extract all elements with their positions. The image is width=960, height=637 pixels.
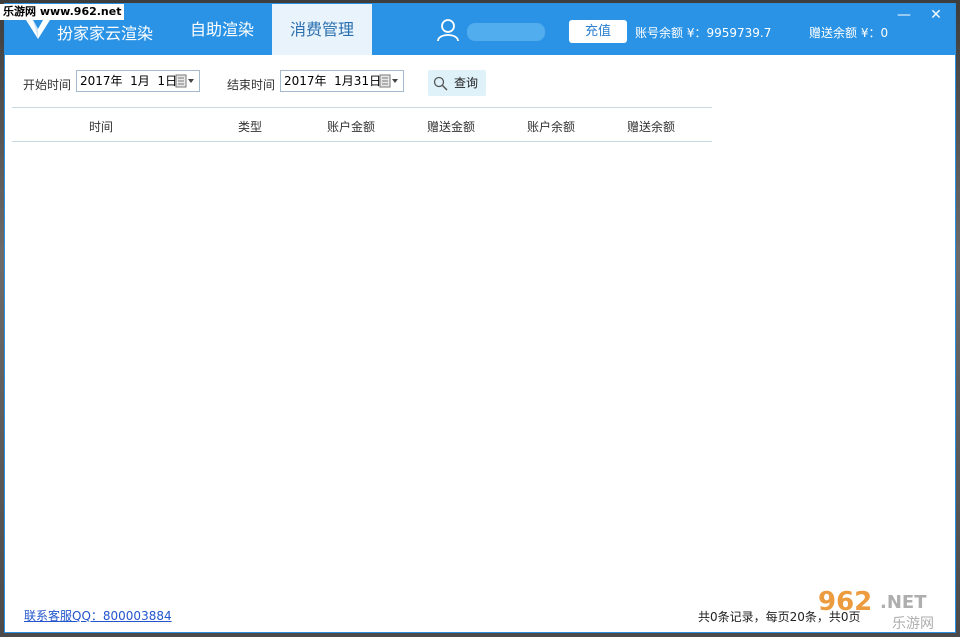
support-qq-link[interactable]: 联系客服QQ：800003884 (24, 607, 172, 624)
column-header-type[interactable]: 类型 (238, 118, 262, 135)
column-header-bonus-balance[interactable]: 赠送余额 (627, 118, 675, 135)
recharge-button[interactable]: 充值 (569, 20, 627, 43)
svg-text:.NET: .NET (880, 592, 927, 613)
bonus-balance: 赠送余额 ¥：0 (809, 26, 889, 40)
start-date-value: 2017年 1月 1日 (80, 74, 178, 88)
search-icon (433, 76, 448, 91)
watermark-top: 乐游网 www.962.net (0, 4, 125, 20)
calendar-icon[interactable] (175, 74, 195, 88)
minimize-button[interactable]: — (889, 4, 919, 26)
query-button[interactable]: 查询 (428, 70, 486, 96)
start-time-label: 开始时间 (23, 78, 72, 92)
account-balance: 账号余额 ¥：9959739.7 (635, 26, 772, 40)
end-date-picker[interactable]: 2017年 1月31日 (280, 70, 404, 92)
column-header-account-balance[interactable]: 账户余额 (527, 118, 575, 135)
column-header-time[interactable]: 时间 (89, 118, 113, 135)
column-header-bonus-amount[interactable]: 赠送金额 (427, 118, 475, 135)
logo-icon (26, 20, 50, 39)
end-time-label: 结束时间 (227, 78, 276, 92)
title-bar: 扮家家云渲染 自助渲染 消费管理 充值 账号余额 ¥：9959739.7 赠送余… (5, 4, 955, 55)
svg-text:乐游网: 乐游网 (892, 616, 934, 632)
start-date-picker[interactable]: 2017年 1月 1日 (76, 70, 200, 92)
app-title: 扮家家云渲染 (57, 24, 154, 43)
query-label: 查询 (454, 76, 479, 90)
watermark-logo: 962 .NET 乐游网 (818, 587, 934, 632)
tab-consumption[interactable]: 消费管理 (272, 4, 372, 55)
calendar-icon[interactable] (379, 74, 399, 88)
tab-self-render[interactable]: 自助渲染 (173, 4, 271, 55)
app-window: 扮家家云渲染 自助渲染 消费管理 充值 账号余额 ¥：9959739.7 赠送余… (4, 3, 956, 633)
end-date-value: 2017年 1月31日 (284, 74, 382, 88)
column-header-account-amount[interactable]: 账户金额 (327, 118, 375, 135)
username-redacted (467, 23, 545, 41)
table-header: 时间 类型 账户金额 赠送金额 账户余额 赠送余额 (12, 107, 712, 142)
filter-row: 开始时间 2017年 1月 1日 结束时间 2017年 1月31日 查询 (5, 66, 955, 96)
user-icon[interactable] (436, 18, 460, 42)
close-button[interactable]: ✕ (921, 4, 951, 26)
svg-text:962: 962 (818, 587, 872, 617)
